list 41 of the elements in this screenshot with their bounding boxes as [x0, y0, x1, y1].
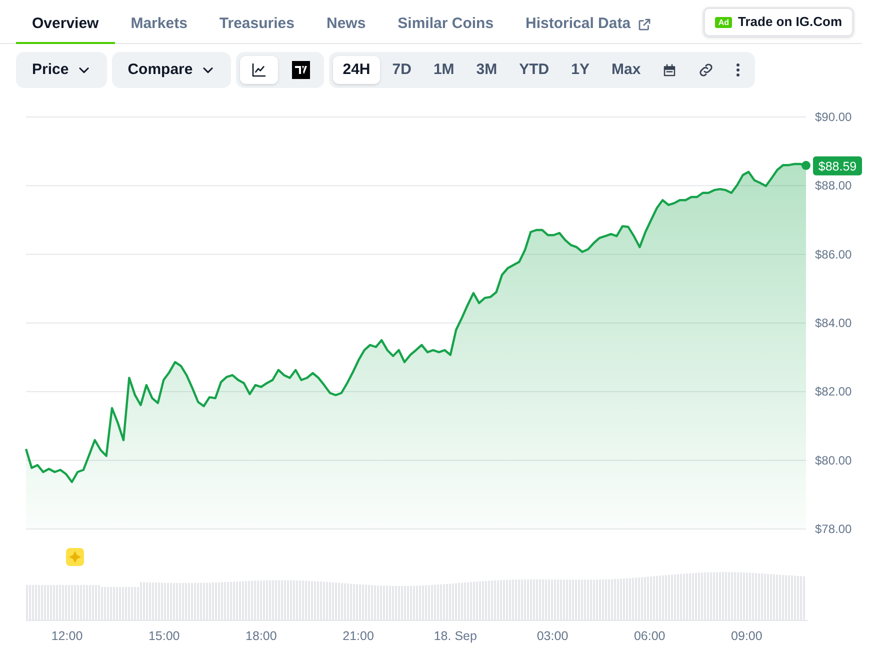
ad-badge: Ad	[715, 16, 732, 28]
axis-label: $82.00	[815, 384, 852, 399]
axis-label: 21:00	[342, 629, 374, 643]
tab[interactable]: Similar Coins	[382, 6, 510, 44]
range-tab[interactable]: 1M	[423, 56, 464, 84]
event-marker-icon	[66, 548, 84, 566]
dropdown-button[interactable]: Price	[16, 52, 107, 88]
line-chart-icon	[250, 62, 267, 78]
tab[interactable]: Historical Data	[510, 6, 668, 44]
price-badge: $88.59	[813, 156, 862, 176]
axis-label: 18:00	[246, 629, 277, 643]
last-point-dot	[802, 160, 810, 170]
dropdown-button[interactable]: Compare	[112, 52, 231, 88]
range-tab[interactable]: 3M	[466, 56, 508, 84]
range-tab[interactable]: 1Y	[561, 56, 600, 84]
range-tab[interactable]: 24H	[332, 56, 380, 84]
axis-label: 12:00	[51, 629, 83, 643]
tab[interactable]: News	[310, 6, 382, 44]
axis-label: 09:00	[731, 629, 762, 643]
logo-icon	[292, 61, 310, 79]
tab[interactable]: Overview	[16, 6, 115, 44]
axis-label: $78.00	[815, 522, 852, 536]
axis-label: $86.00	[815, 247, 852, 262]
axis-label: 03:00	[536, 629, 568, 643]
axis-label: 18. Sep	[434, 629, 477, 643]
calendar-icon	[662, 62, 678, 78]
range-tab[interactable]: Max	[602, 56, 651, 84]
range-tab[interactable]: 7D	[382, 56, 422, 84]
axis-label: $90.00	[815, 110, 852, 124]
chart-style-button[interactable]	[240, 56, 278, 84]
axis-label: $88.00	[815, 178, 852, 193]
tab[interactable]: Markets	[114, 6, 204, 44]
axis-label: $80.00	[815, 453, 852, 468]
tab[interactable]: Treasuries	[203, 6, 310, 44]
link-icon	[696, 61, 715, 79]
more-icon	[736, 63, 740, 77]
axis-label: $84.00	[815, 316, 852, 330]
range-tab[interactable]: YTD	[509, 56, 560, 84]
ad-button[interactable]: Ad Trade on IG.Com	[703, 7, 854, 37]
axis-label: 06:00	[634, 629, 666, 643]
axis-label: 15:00	[148, 629, 180, 643]
